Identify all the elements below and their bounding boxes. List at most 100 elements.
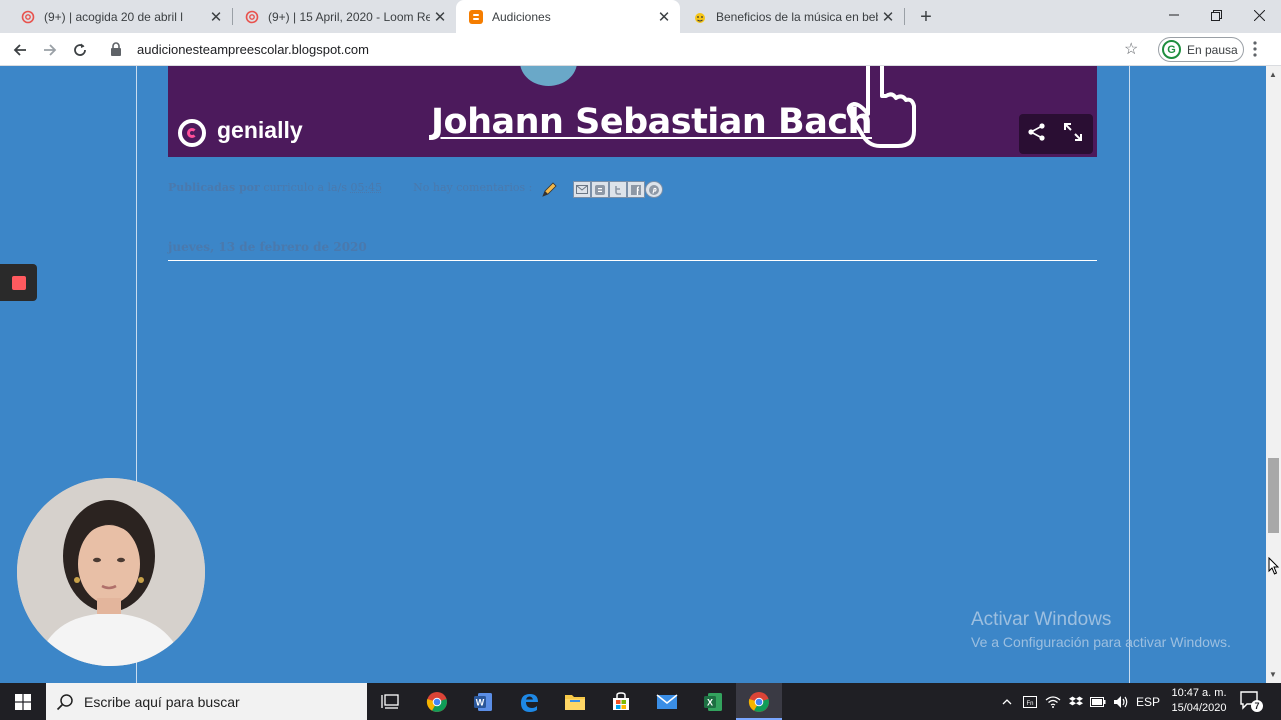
pointing-hand-icon (846, 66, 916, 148)
emoji-icon (692, 9, 708, 25)
tray-chevron-icon[interactable] (998, 683, 1016, 720)
grammarly-icon: G (1162, 40, 1181, 59)
tab-close-icon[interactable]: ✕ (430, 7, 450, 27)
task-view-icon[interactable] (367, 683, 413, 720)
taskbar-search[interactable]: Escribe aquí para buscar (46, 683, 367, 720)
edit-pencil-icon[interactable] (541, 182, 557, 198)
mouse-cursor-icon (1268, 557, 1280, 575)
profile-status: En pausa (1187, 42, 1238, 57)
forward-arrow-icon (44, 44, 57, 56)
loom-icon (20, 9, 36, 25)
webcam-person-image (17, 478, 205, 666)
at-label: a la/s (317, 181, 347, 194)
taskbar-clock[interactable]: 10:47 a. m. 15/04/2020 (1163, 686, 1235, 716)
stop-icon (11, 275, 26, 290)
genially-embed[interactable]: genially Johann Sebastian Bach (168, 66, 1097, 157)
published-by-label: Publicadas por (168, 181, 260, 194)
scrollbar-thumb[interactable] (1268, 458, 1279, 533)
genially-brand: genially (217, 117, 303, 143)
forward-button[interactable] (37, 37, 63, 63)
dropbox-icon[interactable] (1066, 683, 1086, 720)
post-date-header: jueves, 13 de febrero de 2020 (168, 240, 367, 254)
reload-button[interactable] (67, 37, 93, 63)
address-bar[interactable]: audicionesteampreescolar.blogspot.com (104, 35, 1150, 63)
mail-taskbar-icon[interactable] (644, 683, 690, 720)
search-icon (56, 693, 73, 710)
profile-button[interactable]: G En pausa (1158, 37, 1244, 62)
store-taskbar-icon[interactable] (598, 683, 644, 720)
svg-text:W: W (476, 697, 485, 707)
close-window-button[interactable] (1237, 0, 1281, 30)
word-taskbar-icon[interactable]: W (460, 683, 506, 720)
facebook-share-icon[interactable] (627, 181, 645, 198)
scroll-down-arrow-icon[interactable]: ▼ (1269, 670, 1277, 679)
clock-date: 15/04/2020 (1171, 702, 1227, 714)
date-divider (168, 260, 1097, 261)
chrome-menu-icon[interactable] (1253, 41, 1257, 61)
url-text: audicionesteampreescolar.blogspot.com (137, 41, 369, 57)
tab-close-icon[interactable]: ✕ (654, 7, 674, 27)
embed-title[interactable]: Johann Sebastian Bach (431, 102, 872, 142)
loom-webcam-bubble[interactable] (17, 478, 205, 666)
edge-taskbar-icon[interactable] (506, 683, 552, 720)
chrome-taskbar-icon[interactable] (414, 683, 460, 720)
tab-acogida[interactable]: (9+) | acogida 20 de abril l ✕ (8, 0, 232, 33)
blogger-share-icon[interactable] (591, 181, 609, 198)
tab-close-icon[interactable]: ✕ (878, 7, 898, 27)
tab-beneficios[interactable]: Beneficios de la música en bebés ✕ (680, 0, 904, 33)
tab-title: (9+) | 15 April, 2020 - Loom Reco (268, 9, 430, 24)
file-explorer-taskbar-icon[interactable] (552, 683, 598, 720)
post-footer: Publicadas por curriculo a la/s 05:45 No… (168, 181, 532, 194)
decorative-circle (520, 66, 577, 86)
blogger-icon (468, 9, 484, 25)
tab-audiciones[interactable]: Audiciones ✕ (456, 0, 680, 33)
new-tab-button[interactable]: + (913, 4, 939, 30)
comments-link[interactable]: No hay comentarios : (413, 181, 532, 194)
start-button[interactable] (0, 683, 46, 720)
wifi-icon[interactable] (1043, 683, 1063, 720)
activate-windows-subtitle: Ve a Configuración para activar Windows. (971, 634, 1231, 650)
page-scrollbar[interactable]: ▲ ▼ (1266, 66, 1281, 683)
language-indicator[interactable]: ESP (1134, 683, 1162, 720)
share-icon[interactable] (1027, 122, 1047, 142)
tab-separator (904, 8, 905, 25)
volume-icon[interactable] (1110, 683, 1132, 720)
minimize-button[interactable] (1152, 0, 1196, 30)
battery-icon[interactable] (1088, 683, 1108, 720)
lock-icon (110, 42, 122, 56)
windows-taskbar: Escribe aquí para buscar W X Fn ESP 10:4… (0, 683, 1281, 720)
post-time-link[interactable]: 05:45 (350, 181, 382, 194)
genially-logo-icon (178, 119, 206, 147)
share-buttons (573, 181, 663, 198)
notification-count: 7 (1251, 700, 1263, 712)
tab-title: (9+) | acogida 20 de abril l (44, 9, 183, 24)
tab-close-icon[interactable]: ✕ (206, 7, 226, 27)
loom-icon (244, 9, 260, 25)
loom-stop-button[interactable] (0, 264, 37, 301)
windows-logo-icon (15, 693, 31, 710)
twitter-share-icon[interactable] (609, 181, 627, 198)
scroll-up-arrow-icon[interactable]: ▲ (1269, 70, 1277, 79)
back-button[interactable] (7, 37, 33, 63)
email-share-icon[interactable] (573, 181, 591, 198)
bookmark-star-icon[interactable]: ☆ (1124, 39, 1138, 59)
svg-text:X: X (707, 697, 713, 707)
activate-windows-title: Activar Windows (971, 609, 1112, 630)
tab-title: Audiciones (492, 9, 551, 24)
author-link[interactable]: curriculo (263, 181, 314, 194)
fullscreen-icon[interactable] (1063, 122, 1083, 142)
embed-controls (1019, 114, 1093, 154)
tab-title: Beneficios de la música en bebés (716, 9, 878, 24)
pinterest-share-icon[interactable] (645, 181, 663, 198)
reload-icon (74, 43, 86, 56)
search-placeholder: Escribe aquí para buscar (84, 693, 240, 710)
column-border-right (1129, 66, 1130, 683)
restore-button[interactable] (1194, 0, 1238, 30)
tray-input-icon[interactable]: Fn (1020, 683, 1040, 720)
chrome-active-taskbar-icon[interactable] (736, 683, 782, 720)
excel-taskbar-icon[interactable]: X (690, 683, 736, 720)
notification-center-icon[interactable]: 7 (1238, 689, 1264, 713)
tab-loom-recording[interactable]: (9+) | 15 April, 2020 - Loom Reco ✕ (232, 0, 456, 33)
clock-time: 10:47 a. m. (1171, 687, 1227, 699)
back-arrow-icon (13, 44, 26, 56)
